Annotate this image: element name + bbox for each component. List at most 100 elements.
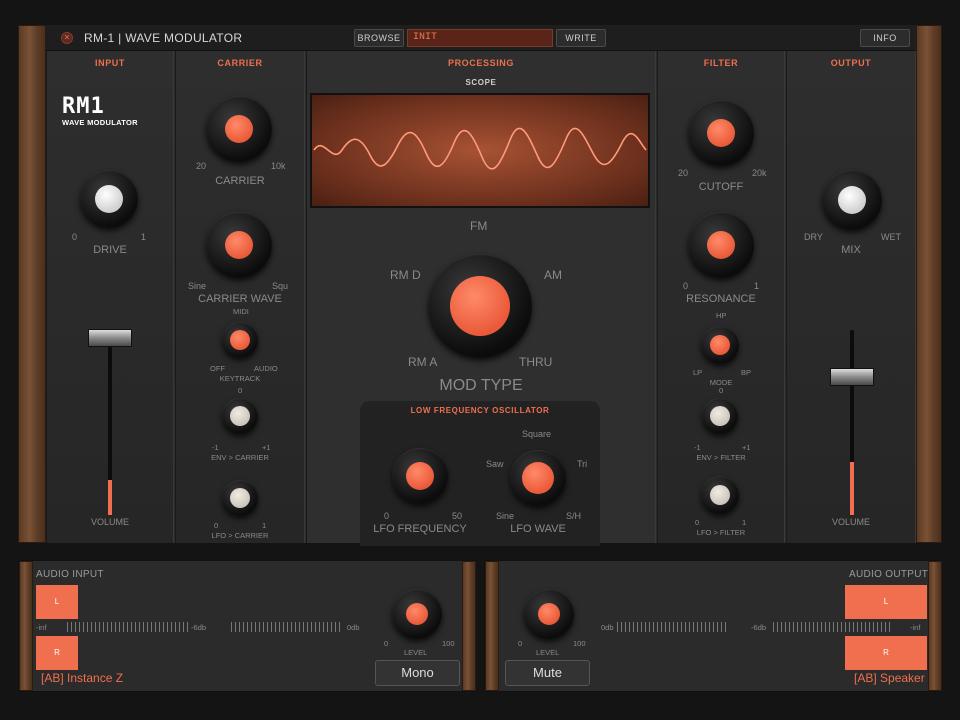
cutoff-min: 20 [678, 168, 689, 178]
keytrack-left: OFF [210, 364, 225, 373]
window-title: RM-1 | WAVE MODULATOR [84, 31, 243, 45]
input-volume-fader[interactable] [88, 329, 132, 347]
mix-max: WET [881, 232, 901, 242]
lfo-carrier-knob[interactable] [222, 480, 258, 516]
lfo-frequency-knob[interactable] [392, 448, 448, 504]
carrier-knob[interactable] [206, 96, 272, 162]
mod-type-knob[interactable] [428, 254, 532, 358]
lfo-wave-label: LFO WAVE [510, 523, 566, 535]
keytrack-knob-cap [230, 330, 250, 350]
audio-output-destination[interactable]: [AB] Speaker [854, 671, 925, 685]
env-filter-knob[interactable] [702, 398, 738, 434]
lfo-filter-max: 1 [742, 518, 747, 527]
mod-type-option-rm-a[interactable]: RM A [408, 355, 437, 369]
lfo-filter-knob[interactable] [701, 476, 739, 514]
mod-type-label: MOD TYPE [439, 377, 523, 394]
mod-type-option-am[interactable]: AM [544, 268, 562, 282]
audio-input-panel: AUDIO INPUT L R -inf -6db 0db 0 100 LEVE… [18, 560, 476, 692]
write-button[interactable]: WRITE [556, 29, 606, 47]
lfo-wave-option-square[interactable]: Square [522, 429, 551, 439]
audio-input-title: AUDIO INPUT [36, 569, 104, 580]
filter-mode-knob-cap [710, 335, 730, 355]
cutoff-max: 20k [752, 168, 767, 178]
lfo-wave-option-saw[interactable]: Saw [486, 459, 504, 469]
title-bar: ✕ RM-1 | WAVE MODULATOR BROWSE INIT WRIT… [46, 25, 916, 51]
lfo-wave-option-sine[interactable]: Sine [496, 511, 514, 521]
cutoff-knob[interactable] [688, 100, 754, 166]
lfo-title: LOW FREQUENCY OSCILLATOR [410, 406, 550, 415]
lfo-carrier-label: LFO > CARRIER [211, 531, 269, 540]
filter-title: FILTER [703, 58, 739, 68]
logo-sub: WAVE MODULATOR [62, 118, 138, 127]
lfo-frequency-label: LFO FREQUENCY [373, 523, 467, 535]
audio-input-meter-right: R [36, 636, 78, 670]
lfo-filter-min: 0 [695, 518, 700, 527]
cutoff-label: CUTOFF [698, 181, 744, 193]
preset-name-field[interactable]: INIT [407, 29, 553, 47]
resonance-knob[interactable] [688, 212, 754, 278]
audio-output-scale-mid: -6db [751, 623, 767, 632]
lfo-wave-knob[interactable] [510, 450, 566, 506]
mod-type-knob-cap [450, 276, 510, 336]
output-title: OUTPUT [830, 58, 872, 68]
resonance-label: RESONANCE [686, 293, 756, 305]
mode-right: BP [741, 368, 752, 377]
audio-output-level-min: 0 [518, 639, 523, 648]
audio-input-meter-left: L [36, 585, 78, 619]
audio-output-title: AUDIO OUTPUT [849, 569, 929, 580]
lfo-wave-option-tri[interactable]: Tri [577, 459, 587, 469]
keytrack-label: KEYTRACK [219, 374, 261, 383]
audio-input-level-knob[interactable] [392, 589, 442, 639]
filter-mode-knob[interactable] [701, 326, 739, 364]
mix-knob-cap [838, 186, 866, 214]
audio-input-source[interactable]: [AB] Instance Z [41, 671, 123, 685]
mix-knob[interactable] [822, 170, 882, 230]
mod-type-option-fm[interactable]: FM [470, 219, 487, 233]
audio-input-wood-left [19, 561, 33, 691]
audio-input-scale-min: -inf [36, 623, 47, 632]
mono-button[interactable]: Mono [375, 660, 460, 686]
browse-button[interactable]: BROWSE [354, 29, 404, 47]
audio-output-level-label: LEVEL [536, 648, 560, 657]
output-volume-fader[interactable] [830, 368, 874, 386]
audio-input-scale-ticks-a [67, 622, 189, 632]
carrier-wave-knob[interactable] [206, 212, 272, 278]
carrier-wave-max: Squ [272, 281, 289, 291]
audio-input-scale-max: 0db [347, 623, 360, 632]
mod-type-option-rm-d[interactable]: RM D [390, 268, 421, 282]
mode-top: HP [716, 311, 727, 320]
carrier-title: CARRIER [217, 58, 263, 68]
env-carrier-knob[interactable] [222, 398, 258, 434]
audio-input-scale-ticks-b [231, 622, 343, 632]
drive-knob-cap [95, 185, 123, 213]
audio-output-scale-max: 0db [601, 623, 614, 632]
audio-input-level-label: LEVEL [404, 648, 428, 657]
drive-label: DRIVE [93, 244, 127, 256]
audio-output-wood-left [485, 561, 499, 691]
audio-output-wood-right [928, 561, 942, 691]
lfo-wave-option-sh[interactable]: S/H [566, 511, 581, 521]
resonance-knob-cap [707, 231, 735, 259]
audio-output-scale-min: -inf [910, 623, 921, 632]
processing-title: PROCESSING [447, 58, 514, 68]
audio-output-level-max: 100 [573, 639, 586, 648]
info-button[interactable]: INFO [860, 29, 910, 47]
input-volume-label: VOLUME [90, 517, 129, 527]
mute-button[interactable]: Mute [505, 660, 590, 686]
env-carrier-max: +1 [262, 443, 271, 452]
mod-type-option-thru[interactable]: THRU [519, 355, 552, 369]
lfo-frequency-knob-cap [406, 462, 434, 490]
mode-left: LP [693, 368, 703, 377]
drive-min: 0 [72, 232, 78, 242]
lfo-carrier-max: 1 [262, 521, 267, 530]
env-carrier-knob-cap [230, 406, 250, 426]
close-icon[interactable]: ✕ [61, 32, 73, 44]
keytrack-top: MIDI [233, 307, 249, 316]
scope-display [310, 93, 650, 208]
audio-output-level-knob[interactable] [524, 589, 574, 639]
scope-waveform [313, 127, 647, 170]
drive-knob[interactable] [80, 170, 138, 228]
keytrack-knob[interactable] [222, 322, 258, 358]
app-root: ✕ RM-1 | WAVE MODULATOR BROWSE INIT WRIT… [0, 0, 960, 720]
audio-output-panel: AUDIO OUTPUT L R 0db -6db -inf 0 100 LEV… [484, 560, 942, 692]
